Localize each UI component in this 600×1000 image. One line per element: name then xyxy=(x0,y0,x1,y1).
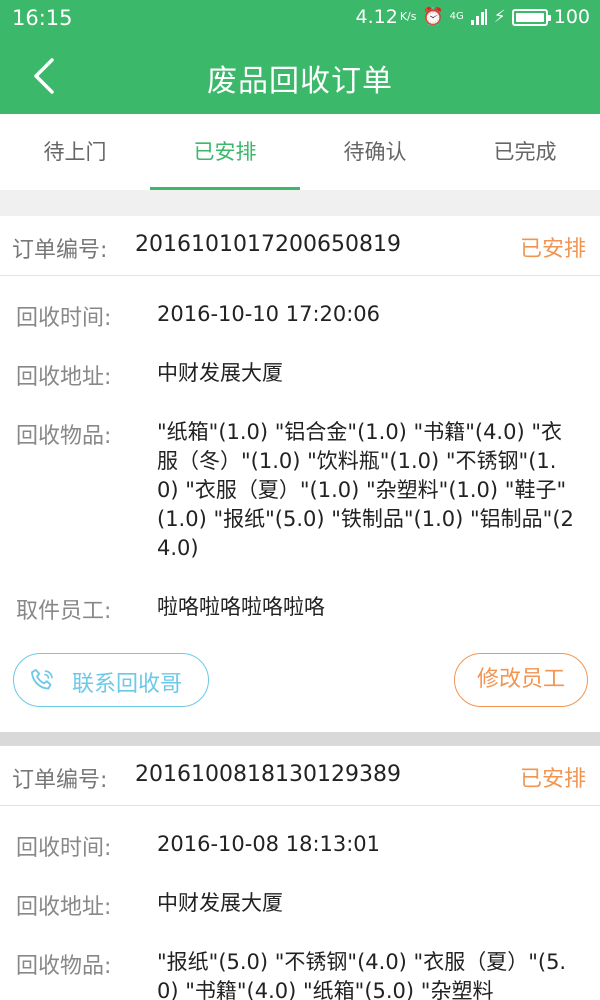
order-card: 订单编号: 2016101017200650819 已安排 回收时间: 2016… xyxy=(0,216,600,732)
pickup-address-label: 回收地址: xyxy=(16,365,112,390)
charging-icon: ⚡ xyxy=(493,7,506,27)
contact-collector-button[interactable]: 联系回收哥 xyxy=(13,653,209,707)
pickup-items-value: "纸箱"(1.0) "铝合金"(1.0) "书籍"(4.0) "衣服（冬）"(1… xyxy=(157,420,574,560)
pickup-address-value: 中财发展大厦 xyxy=(157,891,283,915)
alarm-icon: ⏰ xyxy=(422,7,444,27)
order-header: 订单编号: 2016101017200650819 已安排 xyxy=(0,216,600,276)
app-bar: 废品回收订单 xyxy=(0,38,600,114)
order-status-badge: 已安排 xyxy=(519,237,586,262)
tab-arranged[interactable]: 已安排 xyxy=(150,114,300,190)
phone-icon xyxy=(31,668,53,690)
pickup-time-label: 回收时间: xyxy=(16,836,112,861)
pickup-time-label: 回收时间: xyxy=(16,306,112,331)
pickup-staff-label: 取件员工: xyxy=(16,599,112,624)
order-number: 2016100818130129389 xyxy=(135,762,401,787)
network-speed: 4.12 xyxy=(355,6,398,28)
order-status-badge: 已安排 xyxy=(519,767,586,792)
order-number-label: 订单编号: xyxy=(12,768,108,793)
order-number: 2016101017200650819 xyxy=(135,232,401,257)
card-divider xyxy=(0,732,600,746)
pickup-staff-value: 啦咯啦咯啦咯啦咯 xyxy=(157,595,325,619)
pickup-items-value: "报纸"(5.0) "不锈钢"(4.0) "衣服（夏）"(5.0) "书籍"(4… xyxy=(157,950,567,1000)
battery-level: 100 xyxy=(553,6,590,28)
pickup-items-label: 回收物品: xyxy=(16,954,112,979)
pickup-address-value: 中财发展大厦 xyxy=(157,361,283,385)
speed-unit: K/s xyxy=(399,10,417,23)
pickup-address-label: 回收地址: xyxy=(16,895,112,920)
order-card: 订单编号: 2016100818130129389 已安排 回收时间: 2016… xyxy=(0,746,600,1000)
battery-icon xyxy=(511,8,551,26)
tab-bar: 待上门 已安排 待确认 已完成 xyxy=(0,114,600,190)
order-header: 订单编号: 2016100818130129389 已安排 xyxy=(0,746,600,806)
tab-pending-confirm[interactable]: 待确认 xyxy=(300,114,450,190)
status-bar: 16:15 4.12 K/s ⏰ 4G ⚡ 100 xyxy=(0,0,600,38)
status-time: 16:15 xyxy=(12,6,73,30)
signal-icon xyxy=(470,9,487,25)
status-icons: 4.12 K/s ⏰ 4G ⚡ 100 xyxy=(356,6,590,28)
pickup-time-value: 2016-10-08 18:13:01 xyxy=(157,832,381,856)
pickup-items-label: 回收物品: xyxy=(16,424,112,449)
contact-collector-label: 联系回收哥 xyxy=(72,672,183,697)
page-title: 废品回收订单 xyxy=(207,64,393,99)
order-number-label: 订单编号: xyxy=(12,238,108,263)
tab-pending-visit[interactable]: 待上门 xyxy=(0,114,150,190)
pickup-time-value: 2016-10-10 17:20:06 xyxy=(157,302,381,326)
edit-staff-button[interactable]: 修改员工 xyxy=(454,653,588,707)
network-type: 4G xyxy=(449,11,464,22)
tab-completed[interactable]: 已完成 xyxy=(450,114,600,190)
